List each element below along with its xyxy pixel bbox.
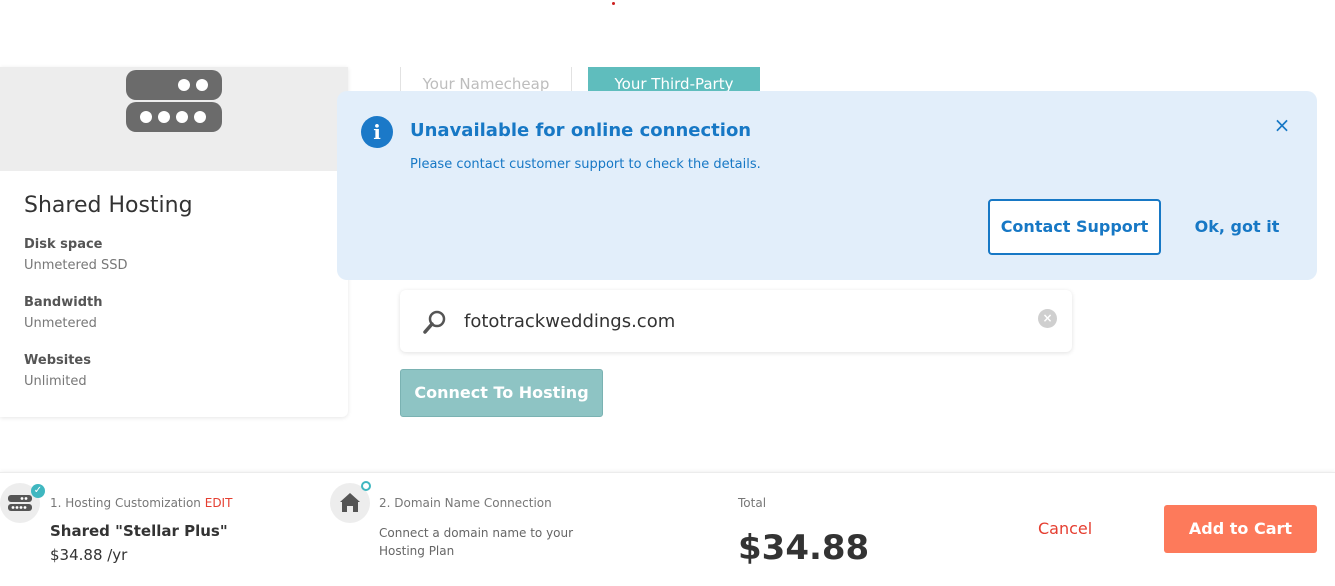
server-icon bbox=[126, 70, 222, 100]
ok-got-it-button[interactable]: Ok, got it bbox=[1185, 199, 1289, 255]
spec-value-bandwidth: Unmetered bbox=[24, 316, 97, 331]
connect-to-hosting-button[interactable]: Connect To Hosting bbox=[400, 369, 603, 417]
search-icon bbox=[423, 310, 446, 334]
spec-label-disk-space: Disk space bbox=[24, 237, 103, 252]
clear-icon[interactable]: × bbox=[1038, 309, 1057, 328]
selected-plan-name: Shared "Stellar Plus" bbox=[50, 522, 228, 540]
alert-message: Please contact customer support to check… bbox=[410, 157, 761, 172]
close-icon[interactable]: × bbox=[1272, 113, 1292, 137]
unavailable-alert: i Unavailable for online connection Plea… bbox=[337, 91, 1317, 280]
step-2-label: 2. Domain Name Connection bbox=[379, 496, 552, 510]
step-1-label: 1. Hosting Customization EDIT bbox=[50, 496, 232, 510]
total-label: Total bbox=[738, 496, 767, 510]
selected-plan-price: $34.88 /yr bbox=[50, 546, 128, 564]
info-icon: i bbox=[361, 116, 393, 148]
alert-title: Unavailable for online connection bbox=[410, 120, 752, 141]
hosting-plan-card: Shared Hosting Disk space Unmetered SSD … bbox=[0, 67, 348, 417]
domain-search-value[interactable]: fototrackweddings.com bbox=[464, 311, 675, 332]
hosting-plan-image bbox=[0, 67, 348, 171]
plan-title: Shared Hosting bbox=[24, 193, 193, 218]
step-2-description: Connect a domain name to your Hosting Pl… bbox=[379, 526, 574, 558]
order-summary-bar: ✓ 1. Hosting Customization EDIT Shared "… bbox=[0, 472, 1335, 586]
spec-value-websites: Unlimited bbox=[24, 374, 87, 389]
add-to-cart-button[interactable]: Add to Cart bbox=[1164, 505, 1317, 553]
edit-link[interactable]: EDIT bbox=[205, 496, 233, 510]
spec-label-bandwidth: Bandwidth bbox=[24, 295, 103, 310]
domain-search-field[interactable]: fototrackweddings.com × bbox=[400, 290, 1072, 352]
total-value: $34.88 bbox=[738, 528, 870, 568]
step-1-label-text: 1. Hosting Customization bbox=[50, 496, 201, 510]
server-icon bbox=[126, 102, 222, 132]
cancel-button[interactable]: Cancel bbox=[1038, 519, 1092, 538]
pending-step-icon bbox=[361, 481, 371, 491]
contact-support-button[interactable]: Contact Support bbox=[988, 199, 1161, 255]
spec-value-disk-space: Unmetered SSD bbox=[24, 258, 128, 273]
spec-label-websites: Websites bbox=[24, 353, 91, 368]
marker-dot bbox=[612, 2, 615, 5]
check-icon: ✓ bbox=[31, 484, 45, 498]
